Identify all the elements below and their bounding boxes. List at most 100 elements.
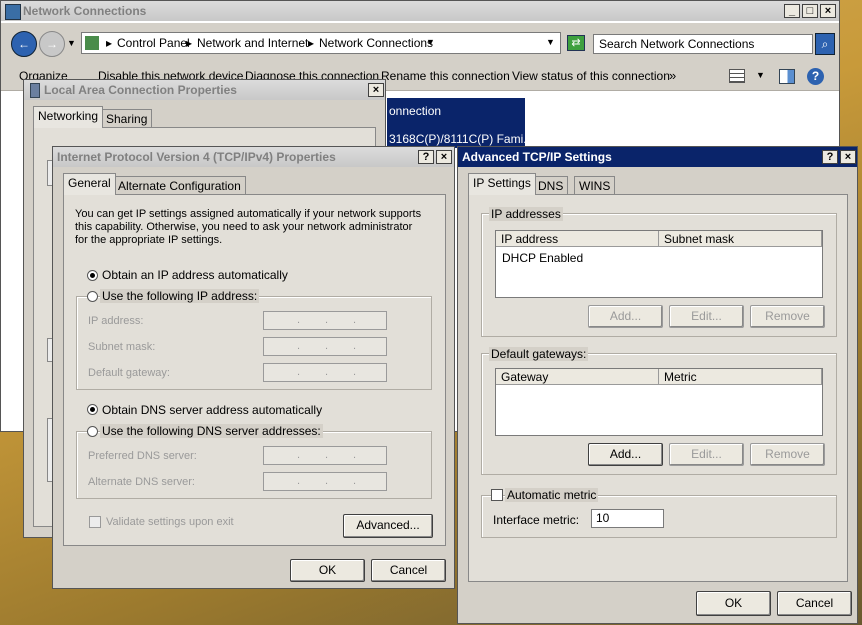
close-button[interactable]: × [820,4,836,18]
gateway-remove-button[interactable]: Remove [750,443,825,466]
preferred-dns-label: Preferred DNS server: [88,450,197,462]
gateway-list[interactable]: Gateway Metric [495,368,823,436]
validate-settings-checkbox[interactable] [89,516,101,528]
network-folder-icon [5,4,21,20]
maximize-button[interactable]: □ [802,4,818,18]
history-dropdown-icon[interactable]: ▼ [67,38,76,48]
ip-settings-panel: IP addresses IP address Subnet mask DHCP… [468,194,848,582]
advanced-titlebar: Advanced TCP/IP Settings [458,147,857,167]
ipv4-titlebar: Internet Protocol Version 4 (TCP/IPv4) P… [53,147,454,167]
views-dropdown-icon[interactable]: ▼ [756,70,765,80]
ipv4-general-panel: You can get IP settings assigned automat… [63,194,446,546]
minimize-button[interactable]: _ [784,4,800,18]
ipv4-close-button[interactable]: × [436,150,452,164]
explorer-titlebar: Network Connections [1,1,839,21]
ip-address-label: IP address: [88,315,144,327]
ip-add-button[interactable]: Add... [588,305,663,328]
connection-name: onnection [389,104,442,118]
advanced-cancel-button[interactable]: Cancel [777,591,852,616]
ipv4-ok-button[interactable]: OK [290,559,365,582]
window-title: Network Connections [23,4,147,18]
use-static-ip-label: Use the following IP address: [100,289,260,303]
tab-alternate-configuration[interactable]: Alternate Configuration [113,176,246,195]
validate-settings-label: Validate settings upon exit [106,516,234,528]
alternate-dns-field[interactable]: ... [263,472,387,491]
more-commands-button[interactable]: » [669,68,676,83]
breadcrumb-separator-icon: ▸ [186,36,193,50]
selected-connection-item[interactable]: onnection 3168C(P)/8111C(P) Fami... [387,98,533,148]
breadcrumb-separator-icon: ▸ [106,36,113,50]
refresh-icon[interactable]: ⇄ [567,35,585,51]
rename-button[interactable]: Rename this connection [381,69,510,83]
interface-metric-label: Interface metric: [493,513,580,527]
ip-addresses-group-label: IP addresses [489,207,563,221]
ip-address-list[interactable]: IP address Subnet mask DHCP Enabled [495,230,823,298]
ipv4-help-button[interactable]: ? [418,150,434,164]
obtain-ip-auto-radio[interactable] [87,270,98,281]
views-icon[interactable] [729,69,745,83]
ip-edit-button[interactable]: Edit... [669,305,744,328]
breadcrumb-network-connections[interactable]: Network Connections [319,36,433,50]
advanced-tcpip-window: Advanced TCP/IP Settings ? × IP Settings… [457,146,858,624]
automatic-metric-label: Automatic metric [505,488,599,502]
tab-networking[interactable]: Networking [33,106,104,128]
gateway-add-button[interactable]: Add... [588,443,663,466]
obtain-ip-auto-label: Obtain an IP address automatically [102,268,288,282]
tab-dns[interactable]: DNS [533,176,569,195]
obtain-dns-auto-label: Obtain DNS server address automatically [102,403,323,417]
default-gateways-group-label: Default gateways: [489,347,589,361]
advanced-close-button[interactable]: × [840,150,856,164]
tab-sharing[interactable]: Sharing [101,109,153,128]
preferred-dns-field[interactable]: ... [263,446,387,465]
default-gateway-label: Default gateway: [88,367,170,379]
subnet-mask-column-header[interactable]: Subnet mask [659,231,822,247]
gateway-column-header[interactable]: Gateway [496,369,659,385]
interface-metric-input[interactable]: 10 [591,509,664,528]
use-static-dns-label: Use the following DNS server addresses: [100,424,323,438]
ip-address-field[interactable]: ... [263,311,387,330]
tab-ip-settings[interactable]: IP Settings [468,173,536,195]
forward-button[interactable]: → [39,31,65,57]
control-panel-icon [85,36,99,50]
breadcrumb-control-panel[interactable]: Control Panel [117,36,190,50]
tab-wins[interactable]: WINS [574,176,616,195]
lac-titlebar: Local Area Connection Properties [24,80,385,100]
ipv4-intro-text: You can get IP settings assigned automat… [75,208,422,246]
breadcrumb-separator-icon: ▸ [308,36,315,50]
ipv4-cancel-button[interactable]: Cancel [371,559,446,582]
advanced-ok-button[interactable]: OK [696,591,771,616]
ip-remove-button[interactable]: Remove [750,305,825,328]
ip-address-column-header[interactable]: IP address [496,231,659,247]
tab-general[interactable]: General [63,173,116,195]
preview-pane-icon[interactable] [779,69,795,84]
advanced-help-button[interactable]: ? [822,150,838,164]
advanced-button[interactable]: Advanced... [343,514,433,538]
use-static-ip-radio[interactable] [87,291,98,302]
search-icon[interactable]: ⌕ [815,33,835,55]
gateway-edit-button[interactable]: Edit... [669,443,744,466]
default-gateway-field[interactable]: ... [263,363,387,382]
lac-close-button[interactable]: × [368,83,384,97]
network-adapter-icon [30,83,40,98]
subnet-mask-field[interactable]: ... [263,337,387,356]
back-button[interactable]: ← [11,31,37,57]
obtain-dns-auto-radio[interactable] [87,404,98,415]
breadcrumb-network-internet[interactable]: Network and Internet [197,36,308,50]
lac-title: Local Area Connection Properties [44,83,237,97]
view-status-button[interactable]: View status of this connection [512,69,670,83]
address-row: ← → ▼ ▸ Control Panel ▸ Network and Inte… [1,23,839,63]
chevron-down-icon[interactable]: ▼ [426,37,435,47]
use-static-dns-radio[interactable] [87,426,98,437]
metric-column-header[interactable]: Metric [659,369,822,385]
subnet-mask-label: Subnet mask: [88,341,156,353]
ip-list-row[interactable]: DHCP Enabled [502,251,583,265]
address-bar[interactable]: ▸ Control Panel ▸ Network and Internet ▸… [81,32,561,54]
ipv4-properties-window: Internet Protocol Version 4 (TCP/IPv4) P… [52,146,455,589]
search-input[interactable]: Search Network Connections [593,34,813,54]
help-icon[interactable]: ? [807,68,824,85]
alternate-dns-label: Alternate DNS server: [88,476,195,488]
ipv4-title: Internet Protocol Version 4 (TCP/IPv4) P… [57,150,336,164]
connection-device: 3168C(P)/8111C(P) Fami... [389,132,534,146]
automatic-metric-checkbox[interactable] [491,489,503,501]
address-dropdown-icon[interactable]: ▼ [546,37,555,47]
